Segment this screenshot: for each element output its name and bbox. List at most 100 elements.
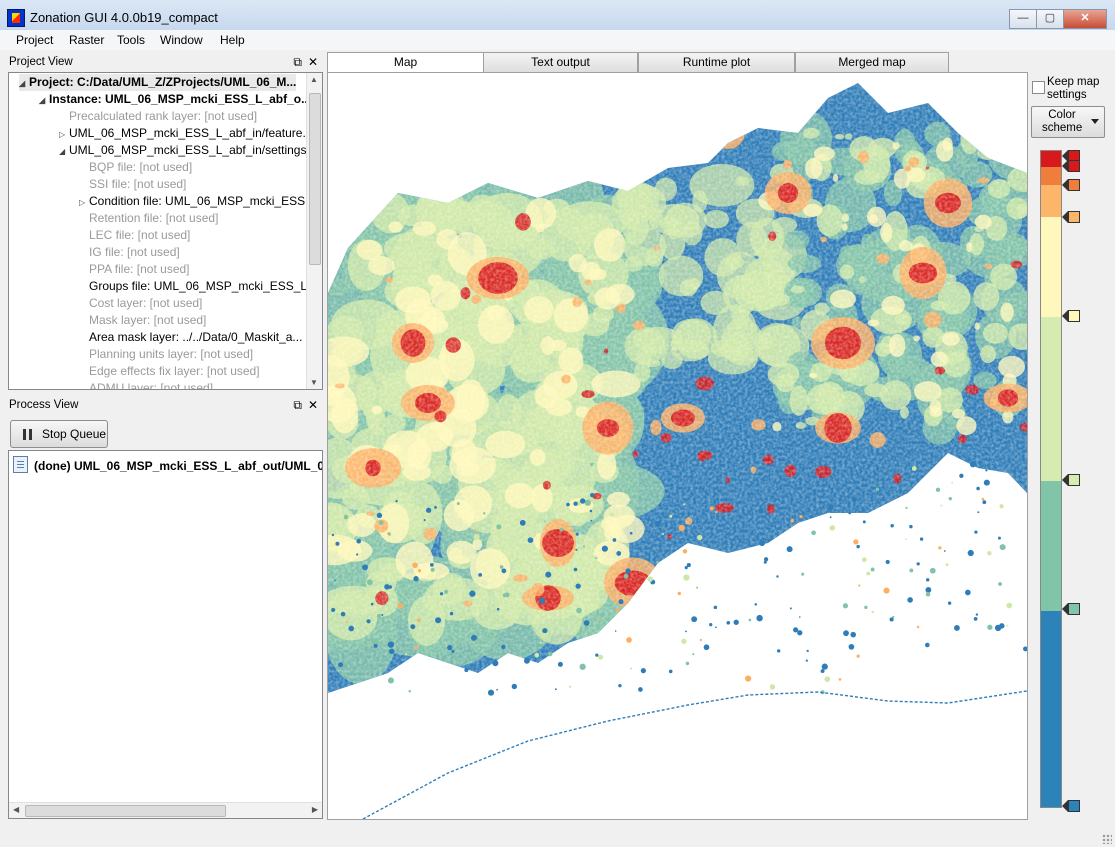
tree-row[interactable]: Precalculated rank layer: [not used] — [59, 108, 257, 125]
project-tree[interactable]: ADMU layer: [not used] Edge effects fix l… — [8, 72, 323, 390]
color-scheme-button[interactable]: Color scheme — [1031, 106, 1105, 138]
process-horizontal-scrollbar[interactable]: ◀ ▶ — [9, 802, 322, 818]
float-icon[interactable]: ⧉ — [293, 55, 302, 69]
expand-arrow-icon[interactable]: ▷ — [79, 194, 89, 211]
tree-row[interactable]: ADMU layer: [not used] — [79, 380, 213, 389]
tree-row[interactable]: SSI file: [not used] — [79, 176, 186, 193]
legend-marker[interactable] — [1062, 800, 1080, 812]
scroll-up-icon[interactable]: ▲ — [310, 75, 318, 84]
map-island — [366, 579, 373, 586]
map-island — [974, 530, 978, 534]
map-island — [541, 632, 547, 639]
close-icon[interactable]: ✕ — [308, 398, 318, 412]
map-island — [638, 687, 643, 692]
expand-arrow-icon[interactable]: ◢ — [39, 92, 49, 109]
tree-row[interactable]: ▷ UML_06_MSP_mcki_ESS_L_abf_in/feature... — [59, 125, 312, 142]
tree-row[interactable]: LEC file: [not used] — [79, 227, 190, 244]
map-island — [1023, 646, 1027, 652]
map-island — [378, 520, 384, 525]
map-island — [433, 543, 438, 548]
tree-row[interactable]: Planning units layer: [not used] — [79, 346, 253, 363]
map-island — [943, 550, 946, 552]
map-island — [998, 582, 1002, 586]
tree-row[interactable]: Cost layer: [not used] — [79, 295, 202, 312]
menu-project[interactable]: Project — [16, 33, 53, 47]
tree-row[interactable]: Edge effects fix layer: [not used] — [79, 363, 260, 380]
close-icon[interactable]: ✕ — [308, 55, 318, 69]
map-island — [356, 538, 362, 544]
scroll-thumb[interactable] — [25, 805, 226, 817]
legend-marker[interactable] — [1062, 603, 1080, 615]
menu-tools[interactable]: Tools — [117, 33, 145, 47]
map-island — [417, 569, 422, 573]
map-island — [811, 530, 816, 536]
map-island — [683, 574, 690, 581]
tree-row[interactable]: ▷ Condition file: UML_06_MSP_mcki_ESS... — [79, 193, 315, 210]
scroll-down-icon[interactable]: ▼ — [310, 378, 318, 387]
legend-marker[interactable] — [1062, 310, 1080, 322]
keep-map-settings-checkbox[interactable] — [1032, 81, 1045, 94]
map-island — [625, 568, 631, 574]
scroll-thumb[interactable] — [309, 93, 321, 265]
legend-marker[interactable] — [1062, 160, 1080, 172]
legend-marker[interactable] — [1062, 211, 1080, 223]
map-island — [890, 524, 894, 528]
map-island — [987, 551, 992, 556]
tab-runtime-plot[interactable]: Runtime plot — [638, 52, 795, 72]
tree-row[interactable]: IG file: [not used] — [79, 244, 180, 261]
scroll-left-icon[interactable]: ◀ — [13, 805, 19, 814]
map-island — [733, 619, 739, 625]
map-island — [388, 532, 391, 536]
process-item[interactable]: (done) UML_06_MSP_mcki_ESS_L_abf_out/UML… — [13, 456, 322, 473]
tree-row-label: LEC file: [not used] — [89, 228, 191, 242]
tab-merged-map[interactable]: Merged map — [795, 52, 949, 72]
expand-arrow-icon[interactable]: ◢ — [19, 75, 29, 92]
tree-row[interactable]: Area mask layer: ../../Data/0_Maskit_a..… — [79, 329, 302, 346]
map-canvas[interactable] — [327, 72, 1028, 820]
map-island — [449, 611, 454, 616]
menu-help[interactable]: Help — [220, 33, 245, 47]
tree-row[interactable]: PPA file: [not used] — [79, 261, 190, 278]
tree-row[interactable]: BQP file: [not used] — [79, 159, 192, 176]
minimize-button[interactable]: — — [1009, 9, 1037, 29]
legend-marker[interactable] — [1062, 179, 1080, 191]
tree-vertical-scrollbar[interactable]: ▲ ▼ — [306, 73, 322, 389]
map-island — [554, 688, 557, 691]
close-button[interactable]: ✕ — [1063, 9, 1107, 29]
tree-row[interactable]: ◢ UML_06_MSP_mcki_ESS_L_abf_in/settings..… — [59, 142, 316, 159]
menu-raster[interactable]: Raster — [69, 33, 104, 47]
tree-row[interactable]: Mask layer: [not used] — [79, 312, 206, 329]
menu-window[interactable]: Window — [160, 33, 203, 47]
scroll-right-icon[interactable]: ▶ — [312, 805, 318, 814]
maximize-button[interactable]: ▢ — [1036, 9, 1064, 29]
tree-row[interactable]: ◢ Instance: UML_06_MSP_mcki_ESS_L_abf_o..… — [39, 91, 311, 108]
priority-map[interactable] — [328, 73, 1027, 819]
expand-arrow-icon[interactable]: ▷ — [59, 126, 69, 143]
map-island — [600, 612, 605, 617]
stop-queue-button[interactable]: Stop Queue — [10, 420, 108, 448]
map-island — [589, 509, 593, 513]
expand-arrow-icon[interactable]: ◢ — [59, 143, 69, 160]
tree-row[interactable]: Groups file: UML_06_MSP_mcki_ESS_L... — [79, 278, 317, 295]
legend-marker[interactable] — [1062, 474, 1080, 486]
map-island — [824, 676, 831, 682]
map-island — [519, 519, 526, 526]
map-island — [696, 586, 699, 589]
map-island — [575, 583, 581, 589]
map-island — [959, 473, 964, 478]
map-island — [948, 496, 952, 501]
tab-map[interactable]: Map — [327, 52, 484, 73]
map-island — [395, 499, 398, 503]
map-patch — [1004, 525, 1017, 534]
marker-swatch — [1068, 474, 1080, 486]
tab-text-output[interactable]: Text output — [483, 52, 638, 72]
map-island — [389, 648, 395, 655]
tree-row[interactable]: Retention file: [not used] — [79, 210, 218, 227]
tree-row-label: Project: C:/Data/UML_Z/ZProjects/UML_06_… — [29, 75, 297, 89]
float-icon[interactable]: ⧉ — [293, 398, 302, 412]
legend-band — [1041, 611, 1061, 807]
tree-row[interactable]: ◢ Project: C:/Data/UML_Z/ZProjects/UML_06… — [19, 74, 297, 92]
resize-grip-icon[interactable] — [1102, 834, 1112, 844]
map-island — [745, 675, 752, 682]
marker-swatch — [1068, 211, 1080, 223]
